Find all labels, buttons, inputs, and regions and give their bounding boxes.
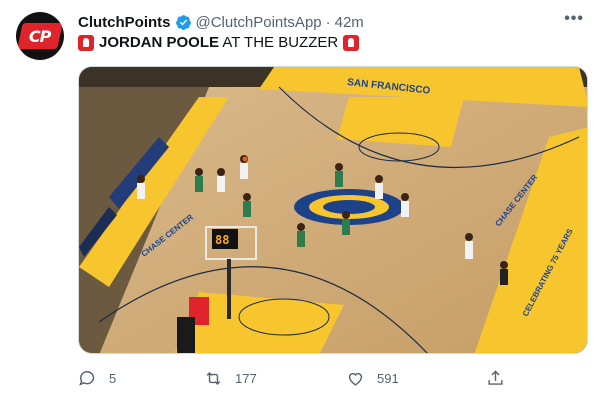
tweet-media-image[interactable]: SAN FRANCISCO CHASE CENTER CHASE CENTER … [78, 66, 588, 354]
author-name[interactable]: ClutchPoints [78, 14, 171, 31]
tweet-text: JORDAN POOLE AT THE BUZZER [78, 34, 584, 51]
tweet-header: ClutchPoints @ClutchPointsApp · 42m ••• [78, 10, 584, 32]
tweet-actions-bar: 5 177 591 [78, 366, 588, 390]
tweet-timestamp[interactable]: 42m [335, 14, 364, 31]
basket-pole [227, 259, 231, 319]
separator-dot: · [325, 13, 331, 31]
siren-emoji-icon [343, 34, 360, 51]
avatar-logo-text: CP [29, 26, 51, 46]
reply-count: 5 [109, 370, 117, 386]
shot-clock-display: 88 [215, 233, 229, 247]
clutchpoints-logo: CP [17, 23, 63, 49]
tweet-text-rest: AT THE BUZZER [219, 34, 339, 51]
share-icon [488, 369, 503, 385]
share-button[interactable] [486, 369, 505, 388]
retweet-button[interactable]: 177 [204, 369, 257, 388]
reply-button[interactable]: 5 [78, 369, 116, 388]
reply-icon [79, 370, 95, 386]
like-button[interactable]: 591 [346, 369, 399, 388]
like-count: 591 [377, 370, 399, 386]
tweet-text-highlight: JORDAN POOLE [99, 34, 220, 51]
more-options-icon[interactable]: ••• [564, 10, 584, 28]
retweet-count: 177 [235, 370, 257, 386]
avatar[interactable]: CP [16, 12, 64, 60]
author-handle[interactable]: @ClutchPointsApp [196, 14, 322, 31]
heart-icon [348, 372, 363, 386]
basketball [242, 156, 248, 162]
paint-top [337, 97, 464, 147]
basketball-court-scene: SAN FRANCISCO CHASE CENTER CHASE CENTER … [79, 67, 587, 353]
siren-emoji-icon [78, 34, 94, 51]
verified-badge-icon [175, 14, 191, 30]
retweet-icon [206, 371, 221, 385]
